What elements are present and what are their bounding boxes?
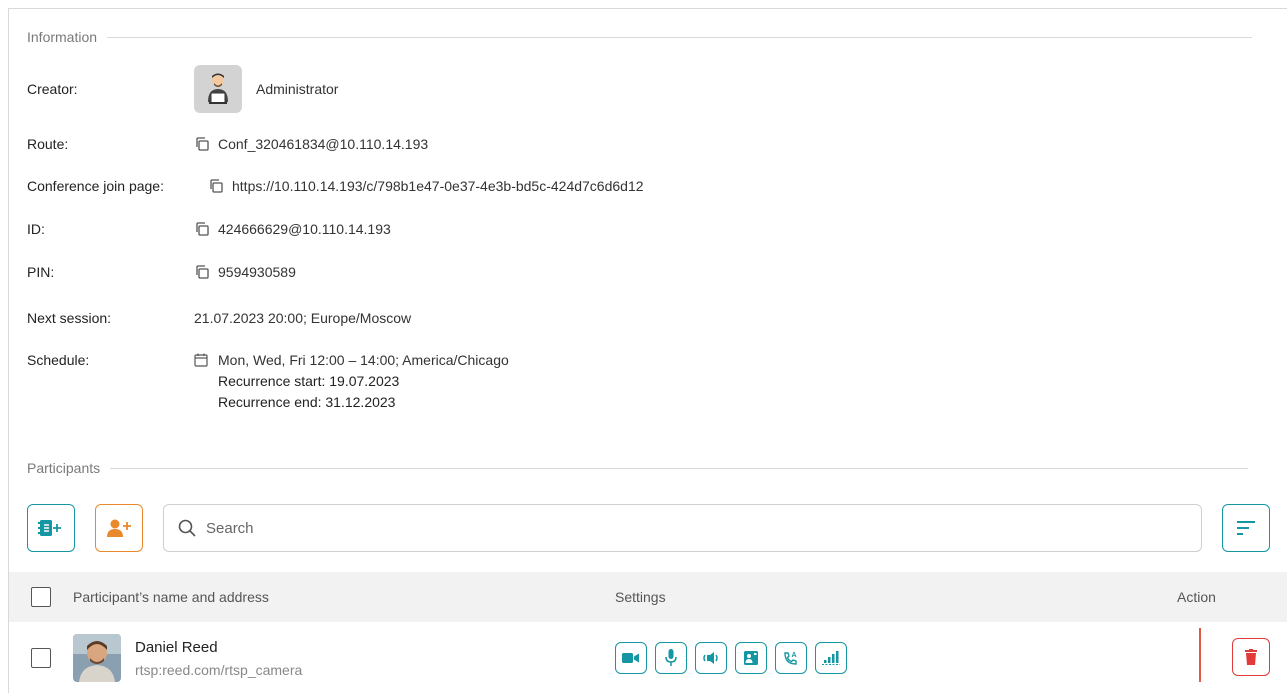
copy-icon[interactable] [194,136,210,152]
admin-avatar [194,65,242,113]
speaker-settings-button[interactable] [695,642,727,674]
pin-row: PIN: 9594930589 [27,264,296,280]
join-page-row: Conference join page: https://10.110.14.… [27,178,644,194]
join-page-label: Conference join page: [27,178,164,194]
search-input[interactable] [206,519,1106,537]
address-book-add-icon [38,520,61,536]
next-session-row: Next session: 21.07.2023 20:00; Europe/M… [27,310,411,326]
participants-section-title: Participants [27,460,1249,476]
information-section-title: Information [27,29,1253,45]
route-label: Route: [27,136,69,152]
row-status-indicator [1199,628,1201,682]
pin-value: 9594930589 [218,264,296,280]
creator-value: Administrator [256,81,339,97]
participants-heading: Participants [27,460,101,476]
column-action-header: Action [1177,589,1216,605]
creator-row: Creator: Administrator [27,65,338,113]
participant-avatar [73,634,121,682]
divider [107,36,1253,38]
copy-icon[interactable] [194,221,210,237]
sort-button[interactable] [1222,504,1270,552]
join-page-link[interactable]: https://10.110.14.193/c/798b1e47-0e37-4e… [232,178,644,194]
camera-icon [622,653,639,663]
sort-icon [1237,521,1255,535]
call-settings-button[interactable]: A [775,642,807,674]
person-with-laptop-icon [208,73,228,104]
id-label: ID: [27,221,45,237]
creator-label: Creator: [27,81,78,97]
information-heading: Information [27,29,98,45]
column-name-header: Participant’s name and address [73,589,269,605]
conference-details-panel: Information Creator: Administrator Route… [8,8,1287,693]
calendar-icon [194,353,208,369]
participant-search[interactable] [163,504,1202,552]
schedule-label: Schedule: [27,352,90,368]
person-add-icon [107,519,131,537]
microphone-settings-button[interactable] [655,642,687,674]
column-settings-header: Settings [615,589,666,605]
table-row: Daniel Reed rtsp:reed.com/rtsp_camera A [9,622,1287,694]
svg-text:A: A [792,652,797,659]
id-row: ID: 424666629@10.110.14.193 [27,221,391,237]
trash-icon [1245,649,1257,665]
divider [110,467,1249,469]
recurrence-end: Recurrence end: 31.12.2023 [218,394,396,410]
participant-name: Daniel Reed [135,638,218,656]
row-checkbox[interactable] [31,648,51,668]
route-row: Route: Conf_320461834@10.110.14.193 [27,136,428,152]
copy-icon[interactable] [208,178,224,194]
recurrence-start: Recurrence start: 19.07.2023 [218,373,400,389]
id-value: 424666629@10.110.14.193 [218,221,391,237]
copy-icon[interactable] [194,264,210,280]
participant-address: rtsp:reed.com/rtsp_camera [135,661,303,678]
schedule-value: Mon, Wed, Fri 12:00 – 14:00; America/Chi… [218,352,509,368]
presenter-icon [744,651,758,665]
speaker-icon [703,652,718,664]
video-settings-button[interactable] [615,642,647,674]
phone-auto-icon: A [784,652,797,665]
layout-settings-button[interactable] [735,642,767,674]
select-all-checkbox[interactable] [31,587,51,607]
next-session-label: Next session: [27,310,112,326]
schedule-row: Schedule: Mon, Wed, Fri 12:00 – 14:00; A… [27,350,509,413]
route-value: Conf_320461834@10.110.14.193 [218,136,429,152]
next-session-value: 21.07.2023 20:00; Europe/Moscow [194,310,412,326]
delete-participant-button[interactable] [1232,638,1270,676]
search-icon [178,519,196,537]
bitrate-settings-button[interactable] [815,642,847,674]
participants-table-header: Participant’s name and address Settings … [9,572,1287,622]
participant-settings: A [615,642,855,674]
pin-label: PIN: [27,264,55,280]
microphone-icon [665,649,677,666]
add-participant-button[interactable] [95,504,143,552]
add-from-address-book-button[interactable] [27,504,75,552]
signal-bars-icon [822,651,840,665]
